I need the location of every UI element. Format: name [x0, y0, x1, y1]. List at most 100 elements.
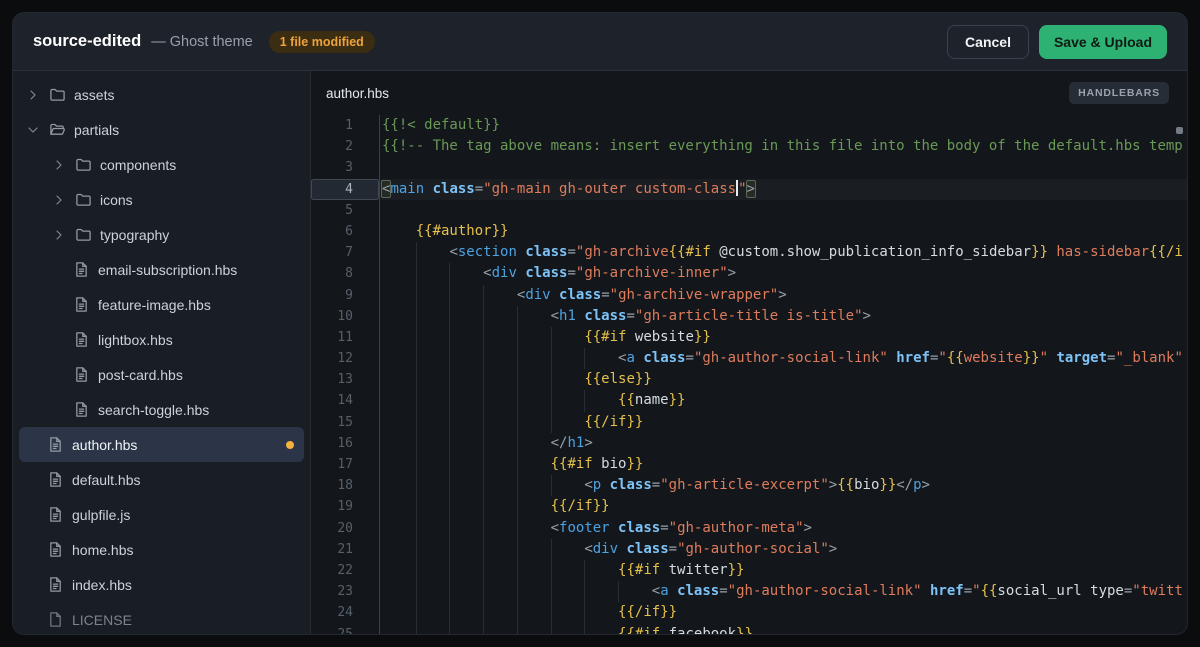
tree-file-post-card-hbs[interactable]: post-card.hbs: [19, 357, 304, 392]
code-editor[interactable]: 1{{!< default}}2{{!-- The tag above mean…: [311, 115, 1187, 634]
tree-item-label: partials: [74, 122, 119, 138]
chevron-right-icon[interactable]: [25, 87, 41, 103]
tree-folder-partials[interactable]: partials: [19, 112, 304, 147]
code-line-4[interactable]: 4<main class="gh-main gh-outer custom-cl…: [311, 179, 1187, 200]
code-line-16[interactable]: 16 </h1>: [311, 433, 1187, 454]
line-number: 8: [311, 263, 379, 284]
code-line-20[interactable]: 20 <footer class="gh-author-meta">: [311, 518, 1187, 539]
file-text-icon: [47, 436, 64, 453]
line-number: 5: [311, 200, 379, 221]
code-line-18[interactable]: 18 <p class="gh-article-excerpt">{{bio}}…: [311, 475, 1187, 496]
tree-file-email-subscription-hbs[interactable]: email-subscription.hbs: [19, 252, 304, 287]
line-number: 6: [311, 221, 379, 242]
tree-file-lightbox-hbs[interactable]: lightbox.hbs: [19, 322, 304, 357]
line-number: 12: [311, 348, 379, 369]
code-text: {{/if}}: [379, 412, 1187, 433]
code-line-1[interactable]: 1{{!< default}}: [311, 115, 1187, 136]
folder-icon: [75, 191, 92, 208]
code-text: <main class="gh-main gh-outer custom-cla…: [379, 179, 1187, 200]
code-text: {{#author}}: [379, 221, 1187, 242]
tree-item-label: default.hbs: [72, 472, 141, 488]
code-text: [379, 157, 1187, 178]
line-number: 16: [311, 433, 379, 454]
line-number: 14: [311, 390, 379, 411]
code-line-5[interactable]: 5: [311, 200, 1187, 221]
code-text: {{#if twitter}}: [379, 560, 1187, 581]
tree-file-default-hbs[interactable]: default.hbs: [19, 462, 304, 497]
cancel-button[interactable]: Cancel: [947, 25, 1029, 59]
code-line-9[interactable]: 9 <div class="gh-archive-wrapper">: [311, 285, 1187, 306]
code-line-6[interactable]: 6 {{#author}}: [311, 221, 1187, 242]
code-line-10[interactable]: 10 <h1 class="gh-article-title is-title"…: [311, 306, 1187, 327]
code-text: <div class="gh-archive-inner">: [379, 263, 1187, 284]
code-text: <section class="gh-archive{{#if @custom.…: [379, 242, 1187, 263]
code-line-22[interactable]: 22 {{#if twitter}}: [311, 560, 1187, 581]
tree-folder-assets[interactable]: assets: [19, 77, 304, 112]
theme-subtitle: — Ghost theme: [151, 34, 253, 50]
code-text: [379, 200, 1187, 221]
code-line-12[interactable]: 12 <a class="gh-author-social-link" href…: [311, 348, 1187, 369]
tree-file-index-hbs[interactable]: index.hbs: [19, 567, 304, 602]
code-line-8[interactable]: 8 <div class="gh-archive-inner">: [311, 263, 1187, 284]
tree-folder-icons[interactable]: icons: [19, 182, 304, 217]
code-editor-panel: author.hbs HANDLEBARS 1{{!< default}}2{{…: [311, 71, 1187, 634]
code-line-19[interactable]: 19 {{/if}}: [311, 496, 1187, 517]
code-line-15[interactable]: 15 {{/if}}: [311, 412, 1187, 433]
tree-file-feature-image-hbs[interactable]: feature-image.hbs: [19, 287, 304, 322]
file-plain-icon: [47, 611, 64, 628]
folder-open-icon: [49, 121, 66, 138]
line-number: 11: [311, 327, 379, 348]
save-upload-button[interactable]: Save & Upload: [1039, 25, 1167, 59]
tree-item-label: index.hbs: [72, 577, 132, 593]
language-badge: HANDLEBARS: [1069, 82, 1169, 104]
code-line-25[interactable]: 25 {{#if facebook}}: [311, 624, 1187, 635]
line-number: 3: [311, 157, 379, 178]
code-text: {{#if facebook}}: [379, 624, 1187, 635]
folder-icon: [75, 156, 92, 173]
file-tree: assets partials components iconstypographye…: [13, 71, 311, 634]
editor-header: author.hbs HANDLEBARS: [311, 71, 1187, 115]
line-number: 22: [311, 560, 379, 581]
code-line-11[interactable]: 11 {{#if website}}: [311, 327, 1187, 348]
chevron-right-icon[interactable]: [51, 192, 67, 208]
code-line-23[interactable]: 23 <a class="gh-author-social-link" href…: [311, 581, 1187, 602]
code-text: {{!-- The tag above means: insert everyt…: [379, 136, 1187, 157]
chevron-right-icon[interactable]: [51, 227, 67, 243]
file-text-icon: [73, 366, 90, 383]
tree-file-gulpfile-js[interactable]: gulpfile.js: [19, 497, 304, 532]
app-window: source-edited — Ghost theme 1 file modif…: [12, 12, 1188, 635]
line-number: 1: [311, 115, 379, 136]
code-line-21[interactable]: 21 <div class="gh-author-social">: [311, 539, 1187, 560]
tree-file-author-hbs[interactable]: author.hbs: [19, 427, 304, 462]
tree-file-search-toggle-hbs[interactable]: search-toggle.hbs: [19, 392, 304, 427]
tree-item-label: LICENSE: [72, 612, 132, 628]
line-number: 15: [311, 412, 379, 433]
code-line-24[interactable]: 24 {{/if}}: [311, 602, 1187, 623]
chevron-down-icon[interactable]: [25, 122, 41, 138]
code-line-13[interactable]: 13 {{else}}: [311, 369, 1187, 390]
editor-scrollbar-thumb[interactable]: [1176, 127, 1183, 134]
tree-item-label: post-card.hbs: [98, 367, 183, 383]
folder-icon: [49, 86, 66, 103]
file-text-icon: [73, 296, 90, 313]
tree-file-home-hbs[interactable]: home.hbs: [19, 532, 304, 567]
code-line-14[interactable]: 14 {{name}}: [311, 390, 1187, 411]
code-line-7[interactable]: 7 <section class="gh-archive{{#if @custo…: [311, 242, 1187, 263]
gutter-divider: [379, 115, 380, 634]
editor-filename: author.hbs: [326, 86, 389, 101]
folder-icon: [75, 226, 92, 243]
chevron-right-icon[interactable]: [51, 157, 67, 173]
tree-item-label: components: [100, 157, 176, 173]
header-actions: Cancel Save & Upload: [947, 25, 1167, 59]
line-number: 7: [311, 242, 379, 263]
code-line-3[interactable]: 3: [311, 157, 1187, 178]
line-number: 20: [311, 518, 379, 539]
file-text-icon: [73, 261, 90, 278]
code-line-2[interactable]: 2{{!-- The tag above means: insert every…: [311, 136, 1187, 157]
tree-file-license[interactable]: LICENSE: [19, 602, 304, 634]
code-line-17[interactable]: 17 {{#if bio}}: [311, 454, 1187, 475]
file-text-icon: [47, 541, 64, 558]
tree-folder-typography[interactable]: typography: [19, 217, 304, 252]
tree-folder-components[interactable]: components: [19, 147, 304, 182]
tree-item-label: lightbox.hbs: [98, 332, 173, 348]
